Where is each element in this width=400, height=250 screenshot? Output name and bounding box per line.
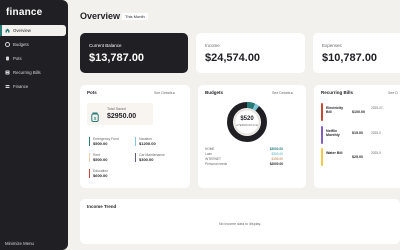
expenses-value: $10,787.00	[322, 52, 378, 64]
bill-name: Electricity Bill	[326, 106, 344, 115]
pot-rent: Rent $500.00	[89, 153, 107, 162]
sidebar-item-finance[interactable]: Finance	[0, 81, 64, 92]
budget-name: HOME	[205, 147, 215, 151]
income-label: Income	[205, 43, 220, 48]
budget-value: $150.00	[271, 157, 283, 161]
budget-limit-label: of $3000.00 limit	[235, 123, 258, 127]
budget-value: $500.00	[271, 152, 283, 156]
sidebar-item-recurring-bills[interactable]: Recurring Bills	[0, 67, 64, 78]
expenses-label: Expenses	[322, 43, 342, 48]
sidebar-item-overview[interactable]: Overview	[0, 25, 66, 36]
pot-car-maintenance: Car Maintenance $300.00	[135, 153, 165, 162]
income-card: Income $24,574.00	[196, 33, 305, 73]
current-balance-card: Current Balance $13,787.00	[80, 33, 188, 73]
recurring-bills-icon	[5, 70, 10, 75]
bill-amount: $25.00	[352, 155, 363, 159]
total-saved-box: $ Total Saved $2950.00	[87, 103, 153, 125]
sidebar-item-budgets[interactable]: Budgets	[0, 39, 64, 50]
pot-value: $600.00	[93, 173, 108, 178]
budget-row-personal-needs: Personal needs $2000.00	[205, 162, 283, 167]
income-value: $24,574.00	[205, 52, 261, 64]
budget-name: Loan	[205, 152, 213, 156]
sidebar: finance Overview Budgets Pots Recurring …	[0, 0, 68, 250]
pot-vacation: Vacation $1200.00	[135, 137, 156, 146]
bill-electricity: Electricity Bill $100.00 2025-07-	[321, 103, 396, 121]
recurring-bills-title: Recurring Bills	[321, 90, 354, 95]
budget-value: $2000.00	[269, 162, 283, 166]
brand-logo: finance	[6, 7, 43, 18]
budgets-title: Budgets	[205, 90, 223, 95]
pots-icon	[5, 56, 10, 61]
svg-text:$: $	[94, 116, 97, 121]
home-icon	[5, 28, 10, 33]
pot-value: $300.00	[139, 157, 154, 162]
pots-card: Pots See Details ▸ $ Total Saved $2950.0…	[80, 85, 190, 188]
current-balance-value: $13,787.00	[89, 52, 145, 64]
current-balance-label: Current Balance	[89, 43, 122, 48]
budget-name: INTERNET	[205, 157, 221, 161]
income-trend-title: Income Trend	[87, 204, 117, 209]
budgets-see-details-link[interactable]: See Details ▸	[272, 91, 293, 95]
pot-emergency-fund: Emergency Fund $500.00	[89, 137, 119, 146]
finance-icon	[5, 84, 10, 89]
sidebar-item-label: Budgets	[13, 42, 29, 47]
sidebar-item-label: Overview	[13, 28, 31, 33]
budgets-icon	[5, 42, 10, 47]
bill-amount: $15.00	[352, 131, 363, 135]
pot-education: Education $600.00	[89, 169, 108, 178]
sidebar-item-pots[interactable]: Pots	[0, 53, 64, 64]
pots-see-details-link[interactable]: See Details ▸	[154, 91, 175, 95]
budgets-card: Budgets See Details ▸ $520 of $3000.00 l…	[198, 85, 306, 188]
bills-see-details-link[interactable]: See D	[388, 91, 398, 95]
pot-value: $500.00	[93, 141, 108, 146]
bill-color-bar	[321, 148, 323, 166]
pot-value: $1200.00	[139, 141, 156, 146]
budget-value: $3000.00	[269, 147, 283, 151]
bill-color-bar	[321, 103, 323, 121]
page-title: Overview	[80, 11, 121, 21]
recurring-bills-card: Recurring Bills See D Electricity Bill $…	[314, 85, 400, 188]
budget-name: Personal needs	[205, 162, 228, 166]
bill-date: 2025-07-	[371, 106, 384, 110]
sidebar-item-label: Finance	[13, 84, 29, 89]
bill-name: Water Bill	[326, 151, 343, 155]
income-trend-card: Income Trend No income data to display.	[80, 199, 400, 244]
budget-spent-value: $520	[240, 116, 254, 122]
month-filter[interactable]: This Month	[122, 13, 148, 20]
total-saved-label: Total Saved	[107, 107, 126, 111]
pots-title: Pots	[87, 90, 97, 95]
expenses-card: Expenses $10,787.00	[313, 33, 400, 73]
pot-value: $500.00	[93, 157, 108, 162]
sidebar-item-label: Recurring Bills	[13, 70, 41, 75]
bill-water: Water Bill $25.00 2025-0	[321, 148, 396, 166]
bill-netflix: Netflix Monthly $15.00 2025-0	[321, 126, 396, 144]
bill-date: 2025-0	[371, 151, 381, 155]
jar-icon: $	[91, 109, 99, 127]
income-trend-empty-message: No income data to display.	[218, 222, 262, 226]
donut-center: $520 of $3000.00 limit	[225, 116, 269, 127]
bill-name: Netflix Monthly	[326, 129, 340, 138]
minimize-menu-button[interactable]: Minimize Menu	[5, 241, 34, 246]
total-saved-value: $2950.00	[107, 113, 137, 120]
bill-amount: $100.00	[352, 110, 365, 114]
bill-date: 2025-0	[371, 131, 381, 135]
sidebar-item-label: Pots	[13, 56, 22, 61]
bill-color-bar	[321, 126, 323, 144]
